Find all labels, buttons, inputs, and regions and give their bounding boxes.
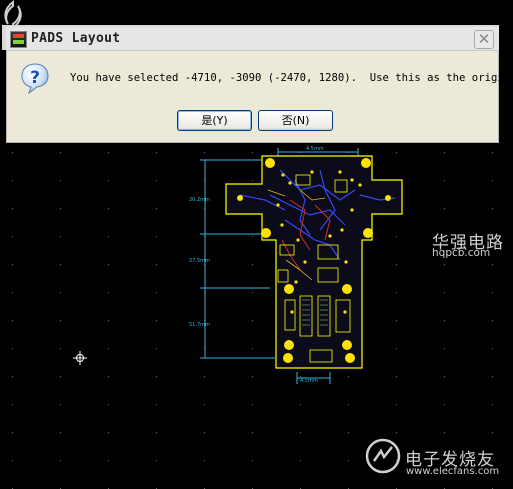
question-icon: ?	[21, 63, 49, 94]
dialog-title: PADS Layout	[31, 31, 121, 46]
dim-label-bottom: 4.5mm	[300, 378, 318, 384]
crosshair-icon[interactable]	[73, 351, 87, 365]
yes-button[interactable]: 是(Y)	[177, 110, 252, 131]
pads-app-icon	[10, 31, 27, 48]
dialog-body	[6, 51, 499, 143]
dialog-message: You have selected -4710, -3090 (-2470, 1…	[70, 72, 513, 84]
dim-label-top: 4.5mm	[306, 146, 324, 152]
pcb-board[interactable]	[225, 155, 403, 369]
no-button[interactable]: 否(N)	[258, 110, 333, 131]
close-button[interactable]: ✕	[474, 30, 494, 49]
watermark-top-url: hqpcb.com	[432, 247, 491, 259]
dim-label-left-2: 27.5mm	[189, 258, 210, 264]
dim-label-left-3: 51.7mm	[189, 322, 210, 328]
dim-label-left-1: 20.2mm	[189, 197, 210, 203]
watermark-bottom-url: www.elecfans.com	[406, 466, 500, 477]
elecfans-logo-icon	[365, 438, 401, 474]
svg-text:?: ?	[30, 68, 40, 88]
